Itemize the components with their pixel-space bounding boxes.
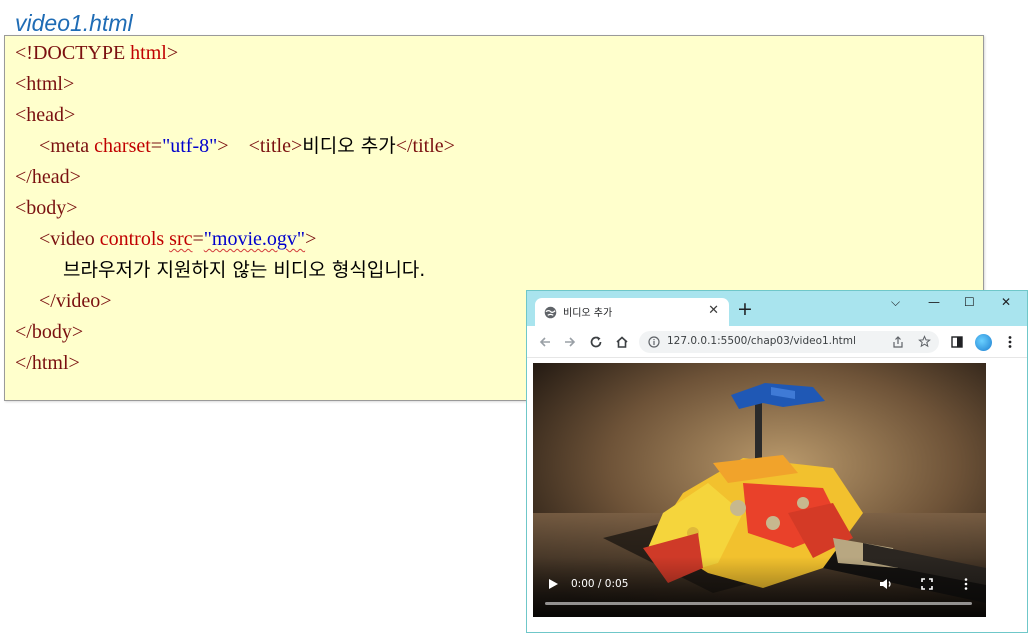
code-line-2: <html> — [15, 73, 75, 95]
fullscreen-icon[interactable] — [920, 577, 934, 591]
browser-toolbar: 127.0.0.1:5500/chap03/video1.html — [527, 326, 1027, 358]
code-line-8: 브라우저가 지원하지 않는 비디오 형식입니다. — [63, 259, 426, 281]
back-icon[interactable] — [536, 333, 554, 351]
code-line-3: <head> — [15, 104, 76, 126]
code-line-5: </head> — [15, 166, 81, 188]
volume-icon[interactable] — [879, 577, 893, 591]
reload-icon[interactable] — [587, 333, 605, 351]
share-icon[interactable] — [892, 336, 904, 348]
video-player[interactable]: 0:00 / 0:05 — [533, 363, 986, 617]
tab-search-dropdown-icon[interactable]: ⌵ — [891, 295, 900, 309]
video-controls: 0:00 / 0:05 — [533, 557, 986, 617]
maximize-button[interactable]: ☐ — [964, 295, 975, 309]
tab-active[interactable]: 비디오 추가 ✕ — [535, 298, 729, 326]
code-line-11: </html> — [15, 352, 80, 374]
code-line-7: <video controls src="movie.ogv"> — [39, 228, 317, 250]
code-line-10: </body> — [15, 321, 84, 343]
video-progress-bar[interactable] — [545, 602, 972, 605]
play-icon[interactable] — [547, 578, 559, 590]
new-tab-button[interactable]: + — [737, 299, 753, 319]
address-bar[interactable]: 127.0.0.1:5500/chap03/video1.html — [639, 331, 939, 353]
file-title: video1.html — [15, 10, 133, 36]
code-line-9: </video> — [39, 290, 112, 312]
info-icon[interactable] — [648, 336, 660, 348]
more-menu-icon[interactable] — [1001, 333, 1019, 351]
code-line-6: <body> — [15, 197, 78, 219]
code-line-1: <!DOCTYPE html> — [15, 42, 179, 64]
side-panel-icon[interactable] — [948, 333, 966, 351]
forward-icon[interactable] — [561, 333, 579, 351]
url-text: 127.0.0.1:5500/chap03/video1.html — [667, 335, 856, 347]
tab-close-icon[interactable]: ✕ — [708, 304, 719, 318]
tab-title: 비디오 추가 — [563, 308, 613, 319]
home-icon[interactable] — [613, 333, 631, 351]
tab-strip: 비디오 추가 ✕ + ⌵ — ☐ ✕ — [527, 291, 1027, 326]
browser-window: 비디오 추가 ✕ + ⌵ — ☐ ✕ 127.0.0.1:5500/chap03… — [526, 290, 1028, 633]
video-more-icon[interactable] — [959, 577, 973, 591]
window-close-button[interactable]: ✕ — [1001, 295, 1011, 309]
profile-avatar[interactable] — [975, 334, 992, 351]
globe-icon — [544, 306, 557, 319]
bookmark-star-icon[interactable] — [918, 335, 931, 348]
code-line-4: <meta charset="utf-8"> <title>비디오 추가</ti… — [39, 135, 455, 157]
minimize-button[interactable]: — — [928, 295, 940, 309]
video-time: 0:00 / 0:05 — [571, 578, 629, 590]
